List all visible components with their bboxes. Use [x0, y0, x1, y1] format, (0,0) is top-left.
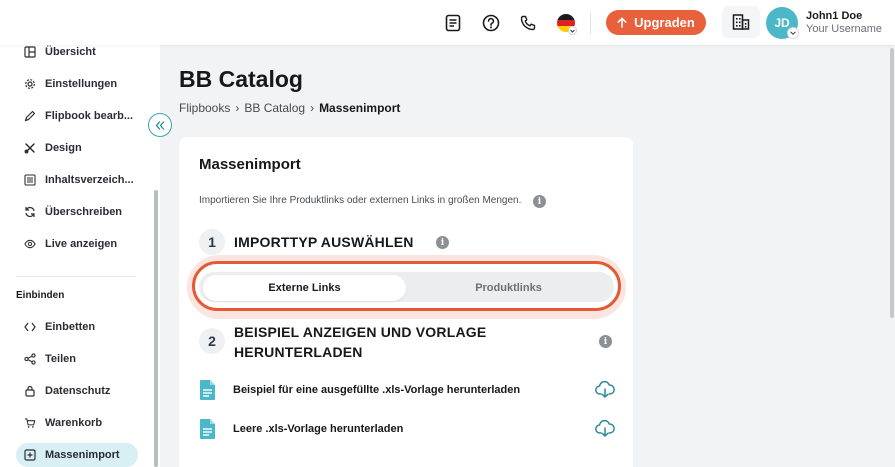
arrow-up-icon [617, 17, 627, 28]
sidebar-item-label: Inhaltsverzeich... [45, 174, 134, 186]
main-scrollbar-thumb[interactable] [890, 48, 894, 318]
sidebar-item-mass-import[interactable]: Massenimport [16, 443, 138, 467]
sidebar-item-label: Datenschutz [45, 385, 111, 397]
building-icon [732, 14, 750, 30]
chevron-right-icon: › [310, 101, 315, 115]
toggle-option-external-links[interactable]: Externe Links [203, 275, 406, 301]
code-icon [24, 321, 36, 333]
cloud-download-icon[interactable] [595, 419, 615, 439]
import-icon [24, 449, 36, 461]
overview-icon [24, 46, 36, 58]
sidebar-item-label: Teilen [45, 353, 76, 365]
card-description: Importieren Sie Ihre Produktlinks oder e… [199, 195, 522, 206]
collapse-sidebar-button[interactable] [148, 113, 172, 137]
gear-icon [24, 78, 36, 90]
chevron-down-icon [568, 26, 577, 35]
info-icon[interactable]: i [533, 195, 546, 208]
sidebar-scrollbar-thumb[interactable] [154, 190, 158, 467]
document-icon [200, 380, 215, 400]
sidebar-item-live-view[interactable]: Live anzeigen [16, 232, 138, 256]
download-label: Beispiel für eine ausgefüllte .xls-Vorla… [233, 384, 521, 396]
page-title: BB Catalog [179, 66, 303, 92]
sidebar-divider [16, 276, 136, 277]
upgrade-button[interactable]: Upgraden [606, 10, 706, 35]
double-chevron-left-icon [155, 120, 165, 130]
mass-import-card: Massenimport Importieren Sie Ihre Produk… [179, 137, 633, 467]
sidebar-item-label: Flipbook bearb... [45, 110, 134, 122]
sidebar-item-label: Einstellungen [45, 78, 118, 90]
sidebar-item-label: Überschreiben [45, 206, 123, 218]
sidebar-item-settings[interactable]: Einstellungen [16, 72, 138, 96]
share-icon [24, 353, 36, 365]
breadcrumb-link[interactable]: BB Catalog [244, 101, 305, 115]
sidebar-item-cart[interactable]: Warenkorb [16, 411, 138, 435]
step-title-line: HERUNTERLADEN [234, 344, 363, 360]
lock-icon [24, 385, 36, 397]
breadcrumb-link[interactable]: Flipbooks [179, 101, 230, 115]
card-title: Massenimport [199, 156, 301, 173]
download-row[interactable]: Beispiel für eine ausgefüllte .xls-Vorla… [199, 378, 615, 402]
list-icon [24, 174, 36, 186]
sidebar-item-embed[interactable]: Einbetten [16, 315, 138, 339]
step-title: BEISPIEL ANZEIGEN UND VORLAGE HERUNTERLA… [234, 322, 486, 362]
pencil-icon [24, 110, 36, 122]
sidebar-item-privacy[interactable]: Datenschutz [16, 379, 138, 403]
sidebar-section-title: Einbinden [16, 290, 65, 301]
cloud-download-icon[interactable] [595, 380, 615, 400]
download-row[interactable]: Leere .xls-Vorlage herunterladen [199, 417, 615, 441]
download-label: Leere .xls-Vorlage herunterladen [233, 423, 404, 435]
sidebar: Übersicht Einstellungen Flipbook bearb..… [0, 45, 160, 467]
sidebar-item-label: Live anzeigen [45, 238, 118, 250]
sidebar-item-design[interactable]: Design [16, 136, 138, 160]
refresh-icon [24, 206, 36, 218]
chevron-right-icon: › [235, 101, 240, 115]
user-username[interactable]: Your Username [806, 23, 882, 35]
step-title-line: BEISPIEL ANZEIGEN UND VORLAGE [234, 324, 487, 340]
toolbar-divider [590, 12, 591, 34]
design-icon [24, 142, 36, 154]
sidebar-item-label: Design [45, 142, 82, 154]
sidebar-item-overwrite[interactable]: Überschreiben [16, 200, 138, 224]
user-name[interactable]: John1 Doe [806, 10, 862, 22]
german-flag-icon[interactable] [555, 12, 577, 35]
sidebar-item-label: Warenkorb [45, 417, 103, 429]
cart-icon [24, 417, 36, 429]
phone-icon[interactable] [517, 12, 539, 34]
sidebar-item-label: Massenimport [45, 449, 120, 461]
help-icon[interactable] [480, 12, 502, 34]
document-icon[interactable] [442, 12, 464, 34]
sidebar-item-toc[interactable]: Inhaltsverzeich... [16, 168, 138, 192]
upgrade-label: Upgraden [634, 15, 695, 30]
info-icon[interactable]: i [599, 335, 612, 348]
toggle-option-product-links[interactable]: Produktlinks [406, 275, 611, 301]
sidebar-item-edit-flipbook[interactable]: Flipbook bearb... [16, 104, 138, 128]
breadcrumb: Flipbooks › BB Catalog › Massenimport [179, 101, 400, 115]
step-number: 2 [199, 328, 225, 354]
sidebar-item-label: Einbetten [45, 321, 96, 333]
organization-button[interactable] [722, 6, 760, 38]
document-icon [200, 419, 215, 439]
avatar-initials: JD [774, 16, 790, 30]
step-title: IMPORTTYP AUSWÄHLEN [234, 234, 414, 250]
eye-icon [24, 238, 36, 250]
sidebar-item-label: Übersicht [45, 46, 96, 58]
top-bar: Upgraden JD John1 Doe Your Username [0, 0, 895, 45]
breadcrumb-current: Massenimport [319, 101, 401, 115]
step-number: 1 [199, 229, 225, 255]
chevron-down-icon[interactable] [787, 27, 799, 39]
info-icon[interactable]: i [436, 236, 449, 249]
sidebar-item-share[interactable]: Teilen [16, 347, 138, 371]
